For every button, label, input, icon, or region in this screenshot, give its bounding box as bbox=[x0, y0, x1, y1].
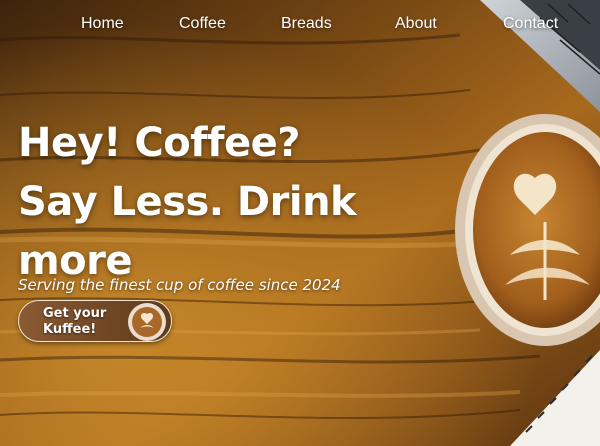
nav-about-link[interactable]: About bbox=[395, 15, 437, 33]
nav-breads-link[interactable]: Breads bbox=[281, 15, 332, 33]
coffee-cup-icon bbox=[128, 303, 166, 341]
nav-home-link[interactable]: Home bbox=[81, 15, 124, 33]
cta-label: Get your Kuffee! bbox=[43, 306, 107, 337]
hero-subtitle: Serving the finest cup of coffee since 2… bbox=[18, 276, 341, 294]
get-kuffee-button[interactable]: Get your Kuffee! bbox=[18, 300, 172, 342]
hero-title: Hey! Coffee? Say Less. Drink more bbox=[18, 120, 357, 284]
main-nav: Home Coffee Breads About Contact bbox=[0, 0, 600, 50]
nav-coffee-link[interactable]: Coffee bbox=[179, 15, 226, 33]
nav-contact-link[interactable]: Contact bbox=[503, 15, 558, 33]
